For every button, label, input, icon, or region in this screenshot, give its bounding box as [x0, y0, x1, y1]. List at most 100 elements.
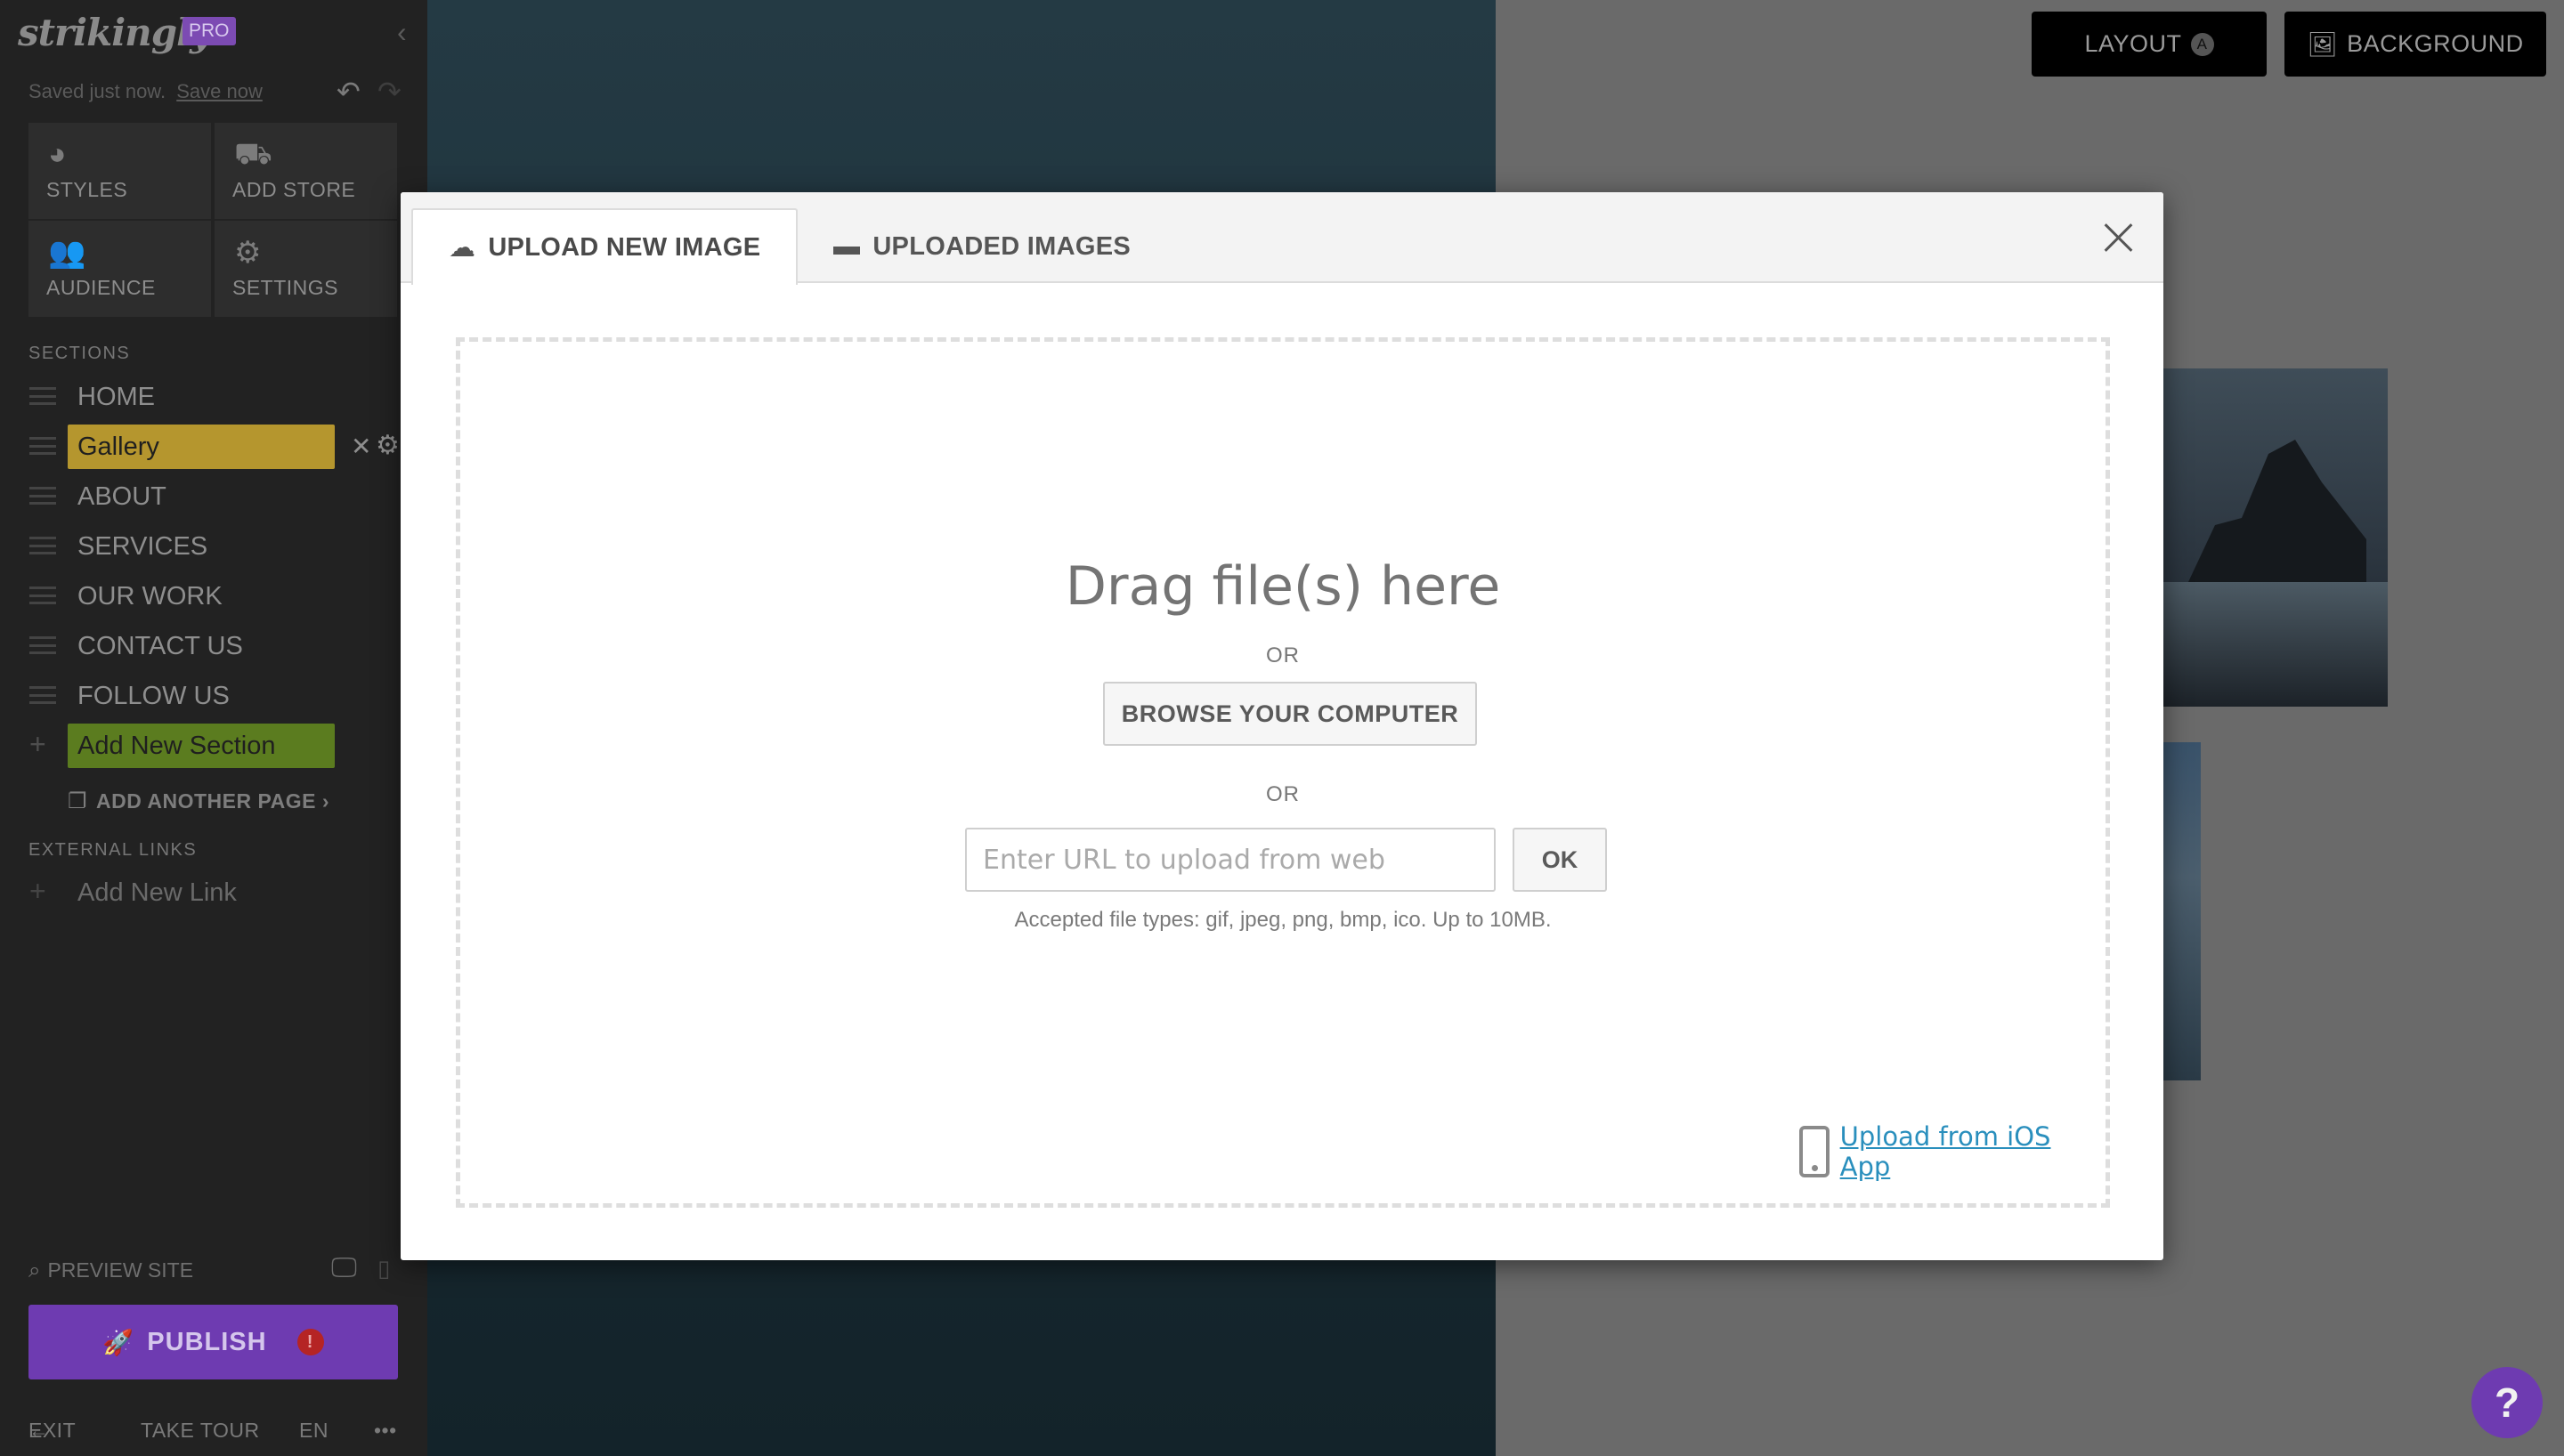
- settings-label: SETTINGS: [232, 276, 339, 299]
- background-label: BACKGROUND: [2347, 30, 2524, 57]
- undo-icon[interactable]: ↶: [337, 75, 361, 109]
- styles-label: STYLES: [46, 178, 128, 201]
- section-item-contact-us[interactable]: CONTACT US: [0, 624, 410, 668]
- mobile-icon[interactable]: ▯: [377, 1255, 390, 1282]
- section-label: FOLLOW US: [77, 682, 230, 710]
- sections-heading: SECTIONS: [28, 344, 131, 363]
- add-page-label: ADD ANOTHER PAGE: [96, 789, 316, 813]
- audience-label: AUDIENCE: [46, 276, 156, 299]
- section-label: ABOUT: [77, 482, 166, 511]
- background-button[interactable]: 🖼 BACKGROUND: [2284, 12, 2546, 77]
- gallery-image[interactable]: [2162, 742, 2201, 1080]
- settings-button[interactable]: ⚙ SETTINGS: [215, 221, 397, 317]
- water-shape: [2162, 582, 2388, 707]
- browse-computer-button[interactable]: BROWSE YOUR COMPUTER: [1103, 682, 1477, 746]
- tab-uploaded-images[interactable]: ▬ UPLOADED IMAGES: [798, 208, 1166, 285]
- ok-button[interactable]: OK: [1513, 828, 1607, 892]
- section-label: Gallery: [77, 433, 159, 461]
- strikingly-logo[interactable]: strikingly: [18, 11, 211, 54]
- section-item-follow-us[interactable]: FOLLOW US: [0, 674, 410, 718]
- drag-handle-icon[interactable]: [29, 636, 56, 654]
- external-links-heading: EXTERNAL LINKS: [28, 840, 198, 860]
- exit-label: EXIT: [28, 1419, 77, 1442]
- editor-sidebar: strikingly PRO ‹ Saved just now. Save no…: [0, 0, 427, 1456]
- tab-upload-new-image[interactable]: ☁ UPLOAD NEW IMAGE: [411, 208, 799, 285]
- drag-handle-icon[interactable]: [29, 686, 56, 704]
- or-divider: OR: [1266, 782, 1300, 806]
- section-settings-icon[interactable]: ⚙: [376, 430, 400, 461]
- add-store-button[interactable]: ⛟ ADD STORE: [215, 123, 397, 219]
- desktop-icon[interactable]: 🖵: [331, 1253, 357, 1283]
- drag-handle-icon[interactable]: [29, 537, 56, 554]
- page-icon: ❐: [68, 789, 88, 813]
- section-item-our-work[interactable]: OUR WORK: [0, 574, 410, 619]
- redo-icon[interactable]: ↷: [377, 75, 402, 109]
- pro-badge: PRO: [183, 17, 236, 45]
- add-another-page-button[interactable]: ❐ ADD ANOTHER PAGE ›: [68, 789, 329, 814]
- palette-icon: ◕: [48, 137, 67, 171]
- modal-tab-bar: ☁ UPLOAD NEW IMAGE ▬ UPLOADED IMAGES: [401, 192, 2163, 285]
- section-label: CONTACT US: [77, 632, 243, 660]
- add-new-link-button[interactable]: + Add New Link: [0, 870, 356, 915]
- publish-label: PUBLISH: [147, 1327, 267, 1356]
- drag-handle-icon[interactable]: [29, 387, 56, 405]
- audience-button[interactable]: 👥 AUDIENCE: [28, 221, 211, 317]
- rocket-icon: 🚀: [102, 1328, 135, 1356]
- alert-badge: !: [296, 1329, 324, 1355]
- layout-label: LAYOUT: [2084, 30, 2182, 57]
- save-status: Saved just now. Save now: [28, 80, 263, 103]
- rock-shape: [2188, 440, 2366, 582]
- users-icon: 👥: [48, 236, 86, 270]
- gear-icon: ⚙: [234, 236, 262, 270]
- gallery-image[interactable]: [2162, 368, 2388, 707]
- plus-icon: +: [29, 875, 46, 907]
- upload-from-ios-link[interactable]: Upload from iOS App: [1840, 1121, 2106, 1182]
- section-label: SERVICES: [77, 532, 208, 561]
- file-drop-zone[interactable]: Drag file(s) here OR BROWSE YOUR COMPUTE…: [456, 337, 2110, 1208]
- accepted-file-types: Accepted file types: gif, jpeg, png, bmp…: [1014, 908, 1552, 932]
- phone-icon: [1799, 1126, 1830, 1177]
- help-button[interactable]: ?: [2471, 1367, 2543, 1438]
- collapse-sidebar-icon[interactable]: ‹: [397, 16, 407, 49]
- layout-button[interactable]: LAYOUT A: [2032, 12, 2267, 77]
- add-store-label: ADD STORE: [232, 178, 356, 201]
- cloud-upload-icon: ☁: [449, 232, 476, 263]
- section-label: HOME: [77, 383, 155, 411]
- chevron-right-icon: ›: [315, 789, 330, 813]
- save-now-link[interactable]: Save now: [176, 80, 263, 102]
- plus-icon: +: [29, 728, 46, 760]
- drag-handle-icon[interactable]: [29, 437, 56, 455]
- add-section-label: Add New Section: [77, 732, 276, 760]
- add-link-label: Add New Link: [77, 878, 237, 907]
- delete-section-icon[interactable]: ✕: [351, 432, 371, 461]
- search-icon: ⌕: [28, 1258, 41, 1282]
- url-input[interactable]: [965, 828, 1496, 892]
- drag-handle-icon[interactable]: [29, 586, 56, 604]
- tab-label: UPLOADED IMAGES: [872, 231, 1131, 261]
- preview-site-link[interactable]: PREVIEW SITE: [47, 1258, 193, 1282]
- image-icon: 🖼: [2307, 30, 2339, 58]
- close-icon[interactable]: [2092, 212, 2146, 265]
- drag-files-heading: Drag file(s) here: [1065, 555, 1501, 618]
- drag-handle-icon[interactable]: [29, 487, 56, 505]
- section-item-gallery[interactable]: Gallery ✕ ⚙: [0, 425, 410, 469]
- or-divider: OR: [1266, 643, 1300, 667]
- language-button[interactable]: EN: [299, 1419, 329, 1443]
- section-item-home[interactable]: HOME: [0, 375, 410, 419]
- section-label: OUR WORK: [77, 582, 223, 611]
- add-new-section-button[interactable]: + Add New Section: [0, 724, 410, 768]
- store-icon: ⛟: [234, 137, 272, 171]
- preview-row: ⌕ PREVIEW SITE 🖵 ▯: [28, 1253, 402, 1283]
- take-tour-button[interactable]: TAKE TOUR: [141, 1419, 260, 1443]
- section-item-services[interactable]: SERVICES: [0, 524, 410, 569]
- ios-upload-row: Upload from iOS App: [1799, 1121, 2106, 1182]
- more-options-icon[interactable]: •••: [374, 1419, 397, 1443]
- section-item-about[interactable]: ABOUT: [0, 474, 410, 519]
- image-upload-modal: ☁ UPLOAD NEW IMAGE ▬ UPLOADED IMAGES Dra…: [401, 192, 2163, 1260]
- publish-button[interactable]: 🚀 PUBLISH !: [28, 1305, 398, 1379]
- tab-label: UPLOAD NEW IMAGE: [488, 232, 761, 262]
- tool-grid: ◕ STYLES ⛟ ADD STORE 👥 AUDIENCE ⚙ SETTIN…: [28, 123, 397, 317]
- folder-icon: ▬: [833, 231, 861, 261]
- layout-badge: A: [2190, 32, 2214, 56]
- styles-button[interactable]: ◕ STYLES: [28, 123, 211, 219]
